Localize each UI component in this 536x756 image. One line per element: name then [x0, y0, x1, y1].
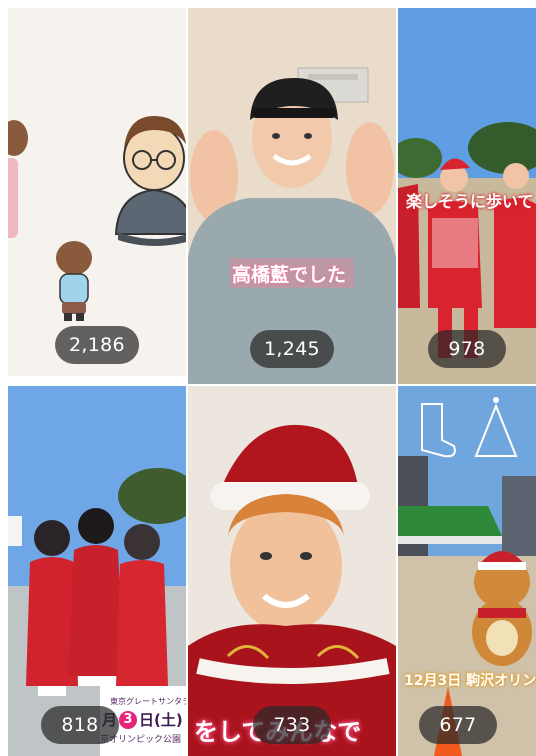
video-thumbnail-3[interactable]: 楽しそうに歩いて 978 — [398, 8, 536, 384]
poster-title: 東京グレートサンタラン — [110, 697, 186, 706]
view-count-badge: 2,186 — [55, 326, 139, 364]
video-thumbnail-4[interactable]: 東京グレートサンタラン 月 3 日(土) 京オリンピック公園 818 — [8, 386, 186, 756]
video-caption: 高橋藍でした — [232, 264, 347, 286]
man-waving-image — [188, 8, 396, 384]
video-thumbnail-1[interactable]: 2,186 — [8, 8, 186, 376]
view-count-badge: 818 — [41, 706, 119, 744]
illustration-family-image — [8, 116, 186, 321]
poster-day: 3 — [119, 710, 138, 729]
view-count-badge: 1,245 — [250, 330, 334, 368]
video-caption: 12月3日 駒沢オリンピ — [404, 673, 536, 689]
bear-mascot-event-image — [398, 386, 536, 756]
santa-woman-image — [188, 386, 396, 756]
video-thumbnail-5[interactable]: をしてみんなで 733 — [188, 386, 396, 756]
video-thumbnail-6[interactable]: 12月3日 駒沢オリンピ 677 — [398, 386, 536, 756]
video-caption: 楽しそうに歩いて — [406, 192, 534, 211]
view-count-badge: 733 — [253, 706, 331, 744]
video-thumbnail-2[interactable]: 高橋藍でした 1,245 — [188, 8, 396, 384]
poster-date-suffix: 日(土) — [139, 711, 183, 729]
view-count-badge: 978 — [428, 330, 506, 368]
video-grid: 2,186 高橋藍でした 1,245 楽しそうに歩いて 978 東京グレートサン… — [0, 0, 536, 756]
view-count-badge: 677 — [419, 706, 497, 744]
